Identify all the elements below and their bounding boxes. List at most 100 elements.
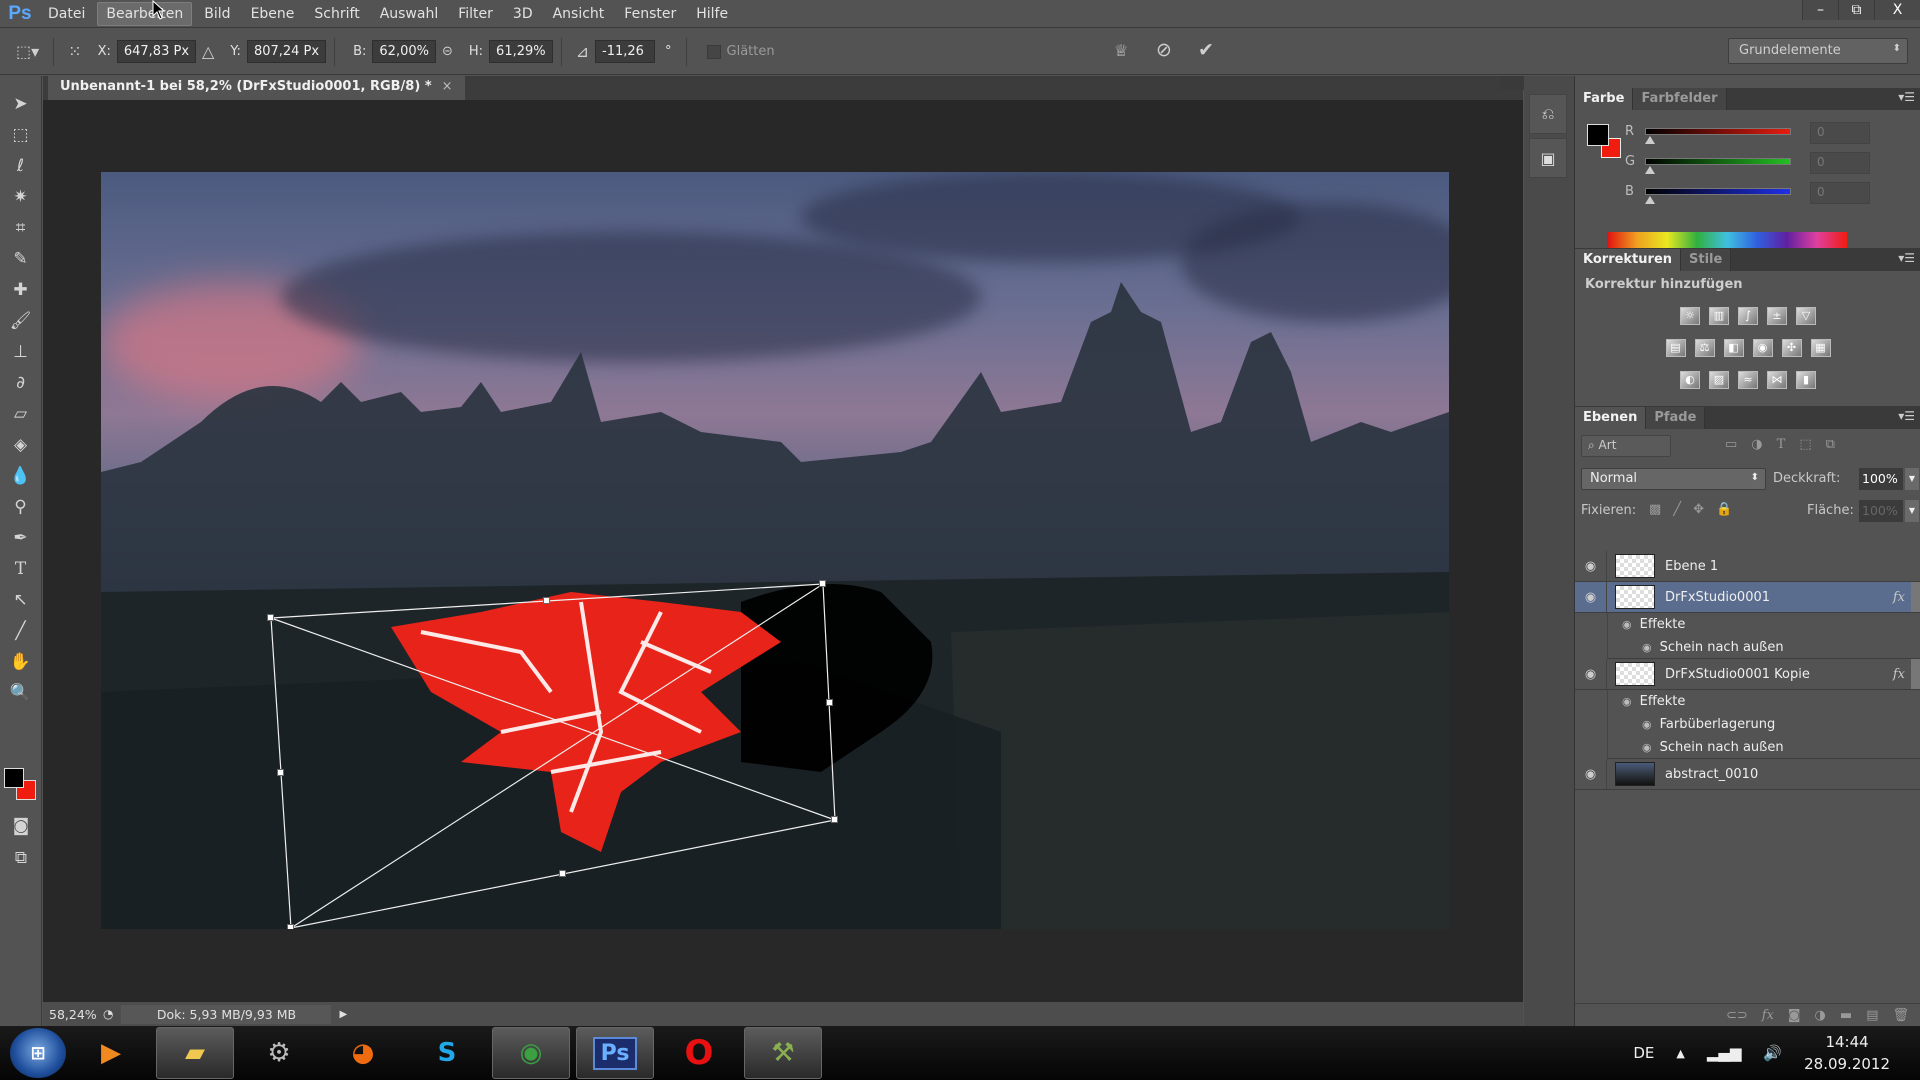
red-slider-knob[interactable] bbox=[1645, 136, 1655, 144]
expand-effects-toggle[interactable] bbox=[1911, 582, 1920, 612]
visibility-eye-icon[interactable]: ◉ bbox=[1642, 741, 1652, 754]
green-slider-knob[interactable] bbox=[1645, 166, 1655, 174]
visibility-eye-icon[interactable]: ◉ bbox=[1642, 718, 1652, 731]
close-button[interactable]: X bbox=[1874, 0, 1920, 20]
panel-menu-icon[interactable]: ▾☰ bbox=[1898, 409, 1915, 423]
opacity-field[interactable]: 100% bbox=[1859, 468, 1903, 490]
healing-brush-tool-icon[interactable]: ✚ bbox=[0, 274, 41, 305]
lock-pixels-icon[interactable]: ╱ bbox=[1673, 502, 1681, 517]
filter-type-icon[interactable]: T bbox=[1777, 437, 1786, 452]
green-track[interactable] bbox=[1645, 158, 1791, 165]
taskbar-media-player[interactable]: ▶ bbox=[72, 1027, 150, 1079]
pen-tool-icon[interactable]: ✒ bbox=[0, 522, 41, 553]
lasso-tool-icon[interactable]: ℓ bbox=[0, 150, 41, 181]
tab-korrekturen[interactable]: Korrekturen bbox=[1575, 249, 1682, 271]
lock-all-icon[interactable]: 🔒 bbox=[1716, 502, 1732, 517]
properties-panel-icon[interactable]: ▣ bbox=[1529, 138, 1567, 178]
screen-mode-icon[interactable]: ⧉ bbox=[0, 842, 42, 873]
effect-row[interactable]: ◉ Farbüberlagerung bbox=[1607, 713, 1920, 736]
eyedropper-tool-icon[interactable]: ✎ bbox=[0, 243, 41, 274]
transform-handle-top-left[interactable] bbox=[267, 614, 274, 621]
effect-row[interactable]: ◉ Schein nach außen bbox=[1607, 736, 1920, 759]
menu-filter[interactable]: Filter bbox=[450, 3, 501, 25]
menu-ebene[interactable]: Ebene bbox=[243, 3, 303, 25]
add-style-icon[interactable]: fx bbox=[1762, 1008, 1774, 1023]
marquee-tool-icon[interactable]: ⬚ bbox=[0, 119, 41, 150]
tab-stile[interactable]: Stile bbox=[1681, 249, 1732, 271]
visibility-eye-icon[interactable]: ◉ bbox=[1575, 551, 1607, 581]
history-panel-icon[interactable]: ⎌ bbox=[1529, 94, 1567, 134]
red-track[interactable] bbox=[1645, 128, 1791, 135]
new-adjustment-layer-icon[interactable]: ◑ bbox=[1815, 1008, 1826, 1023]
menu-bild[interactable]: Bild bbox=[196, 3, 238, 25]
transform-handle-top-right[interactable] bbox=[819, 580, 826, 587]
type-tool-icon[interactable]: T bbox=[0, 553, 41, 584]
menu-datei[interactable]: Datei bbox=[40, 3, 93, 25]
link-icon[interactable]: ⊝ bbox=[442, 44, 453, 59]
visibility-eye-icon[interactable]: ◉ bbox=[1575, 582, 1607, 612]
layer-row-selected[interactable]: ◉ DrFxStudio0001 fx bbox=[1575, 582, 1920, 613]
tab-farbfelder[interactable]: Farbfelder bbox=[1633, 88, 1727, 110]
green-value-field[interactable]: 0 bbox=[1810, 152, 1870, 174]
menu-hilfe[interactable]: Hilfe bbox=[688, 3, 736, 25]
visibility-eye-icon[interactable]: ◉ bbox=[1642, 641, 1652, 654]
hand-tool-icon[interactable]: ✋ bbox=[0, 646, 41, 677]
transform-handle-left[interactable] bbox=[277, 769, 284, 776]
exposure-icon[interactable]: ± bbox=[1767, 307, 1787, 325]
language-indicator[interactable]: DE bbox=[1633, 1044, 1654, 1062]
layer-row[interactable]: ◉ DrFxStudio0001 Kopie fx bbox=[1575, 659, 1920, 690]
lock-transparency-icon[interactable]: ▩ bbox=[1649, 502, 1661, 517]
crop-tool-icon[interactable]: ⌗ bbox=[0, 212, 41, 243]
green-slider[interactable]: G 0 bbox=[1625, 152, 1915, 178]
zoom-level[interactable]: 58,24% bbox=[43, 1007, 103, 1022]
curves-icon[interactable]: ∫ bbox=[1738, 307, 1758, 325]
visibility-eye-icon[interactable]: ◉ bbox=[1575, 659, 1607, 689]
canvas[interactable] bbox=[101, 172, 1449, 929]
x-position-field[interactable]: 647,83 Px bbox=[116, 40, 197, 63]
warp-mode-icon[interactable]: ♕ bbox=[1114, 41, 1128, 60]
tab-ebenen[interactable]: Ebenen bbox=[1575, 407, 1647, 429]
transform-handle-bottom-left[interactable] bbox=[287, 924, 294, 929]
reference-point-icon[interactable]: ⁙ bbox=[68, 42, 81, 61]
filter-smart-object-icon[interactable]: ⧉ bbox=[1826, 437, 1835, 452]
cancel-transform-icon[interactable]: ⊘ bbox=[1156, 39, 1172, 61]
add-mask-icon[interactable]: ◙ bbox=[1788, 1008, 1801, 1023]
invert-icon[interactable]: ◐ bbox=[1680, 371, 1700, 389]
layer-row[interactable]: ◉ Ebene 1 bbox=[1575, 551, 1920, 582]
document-tab[interactable]: Unbenannt-1 bei 58,2% (DrFxStudio0001, R… bbox=[48, 76, 465, 100]
delta-icon[interactable]: △ bbox=[202, 42, 214, 61]
angle-field[interactable]: -11,26 bbox=[595, 40, 656, 63]
transform-handle-bottom-right[interactable] bbox=[831, 816, 838, 823]
width-field[interactable]: 62,00% bbox=[372, 40, 436, 63]
blue-slider-knob[interactable] bbox=[1645, 196, 1655, 204]
panel-menu-icon[interactable]: ▾☰ bbox=[1898, 251, 1915, 265]
status-menu-arrow-icon[interactable]: ▶ bbox=[339, 1009, 347, 1020]
selective-color-icon[interactable]: ⋈ bbox=[1767, 371, 1787, 389]
transform-handle-bottom[interactable] bbox=[559, 870, 566, 877]
vibrance-icon[interactable]: ▽ bbox=[1796, 307, 1816, 325]
delete-layer-icon[interactable]: 🗑 bbox=[1892, 1008, 1909, 1023]
black-white-icon[interactable]: ◧ bbox=[1723, 339, 1744, 357]
blur-tool-icon[interactable]: 💧 bbox=[0, 460, 41, 491]
opacity-dropdown-icon[interactable]: ▼ bbox=[1905, 468, 1919, 490]
start-button[interactable]: ⊞ bbox=[10, 1028, 66, 1078]
clone-stamp-tool-icon[interactable]: ⊥ bbox=[0, 336, 41, 367]
transform-tool-icon[interactable]: ⬚▾ bbox=[16, 42, 39, 61]
effects-row[interactable]: ◉ Effekte bbox=[1607, 690, 1920, 713]
filter-adjustment-icon[interactable]: ◑ bbox=[1751, 437, 1762, 452]
transform-handle-top[interactable] bbox=[543, 597, 550, 604]
move-tool-icon[interactable]: ➤ bbox=[0, 88, 41, 119]
quick-mask-icon[interactable]: ◙ bbox=[0, 810, 42, 841]
magic-wand-tool-icon[interactable]: ✷ bbox=[0, 181, 41, 212]
channel-mixer-icon[interactable]: ✣ bbox=[1781, 339, 1802, 357]
fx-icon[interactable]: fx bbox=[1893, 667, 1905, 682]
filter-shape-icon[interactable]: ⬚ bbox=[1799, 437, 1811, 452]
show-hidden-icons[interactable]: ▲ bbox=[1676, 1047, 1684, 1060]
taskbar-tool[interactable]: ⚒ bbox=[744, 1027, 822, 1079]
taskbar-opera[interactable]: O bbox=[660, 1027, 738, 1079]
y-position-field[interactable]: 807,24 Px bbox=[246, 40, 327, 63]
volume-icon[interactable]: 🔊 bbox=[1763, 1044, 1782, 1062]
taskbar-firefox[interactable]: ◕ bbox=[324, 1027, 402, 1079]
levels-icon[interactable]: ▥ bbox=[1709, 307, 1729, 325]
taskbar-explorer[interactable]: ▰ bbox=[156, 1027, 234, 1079]
